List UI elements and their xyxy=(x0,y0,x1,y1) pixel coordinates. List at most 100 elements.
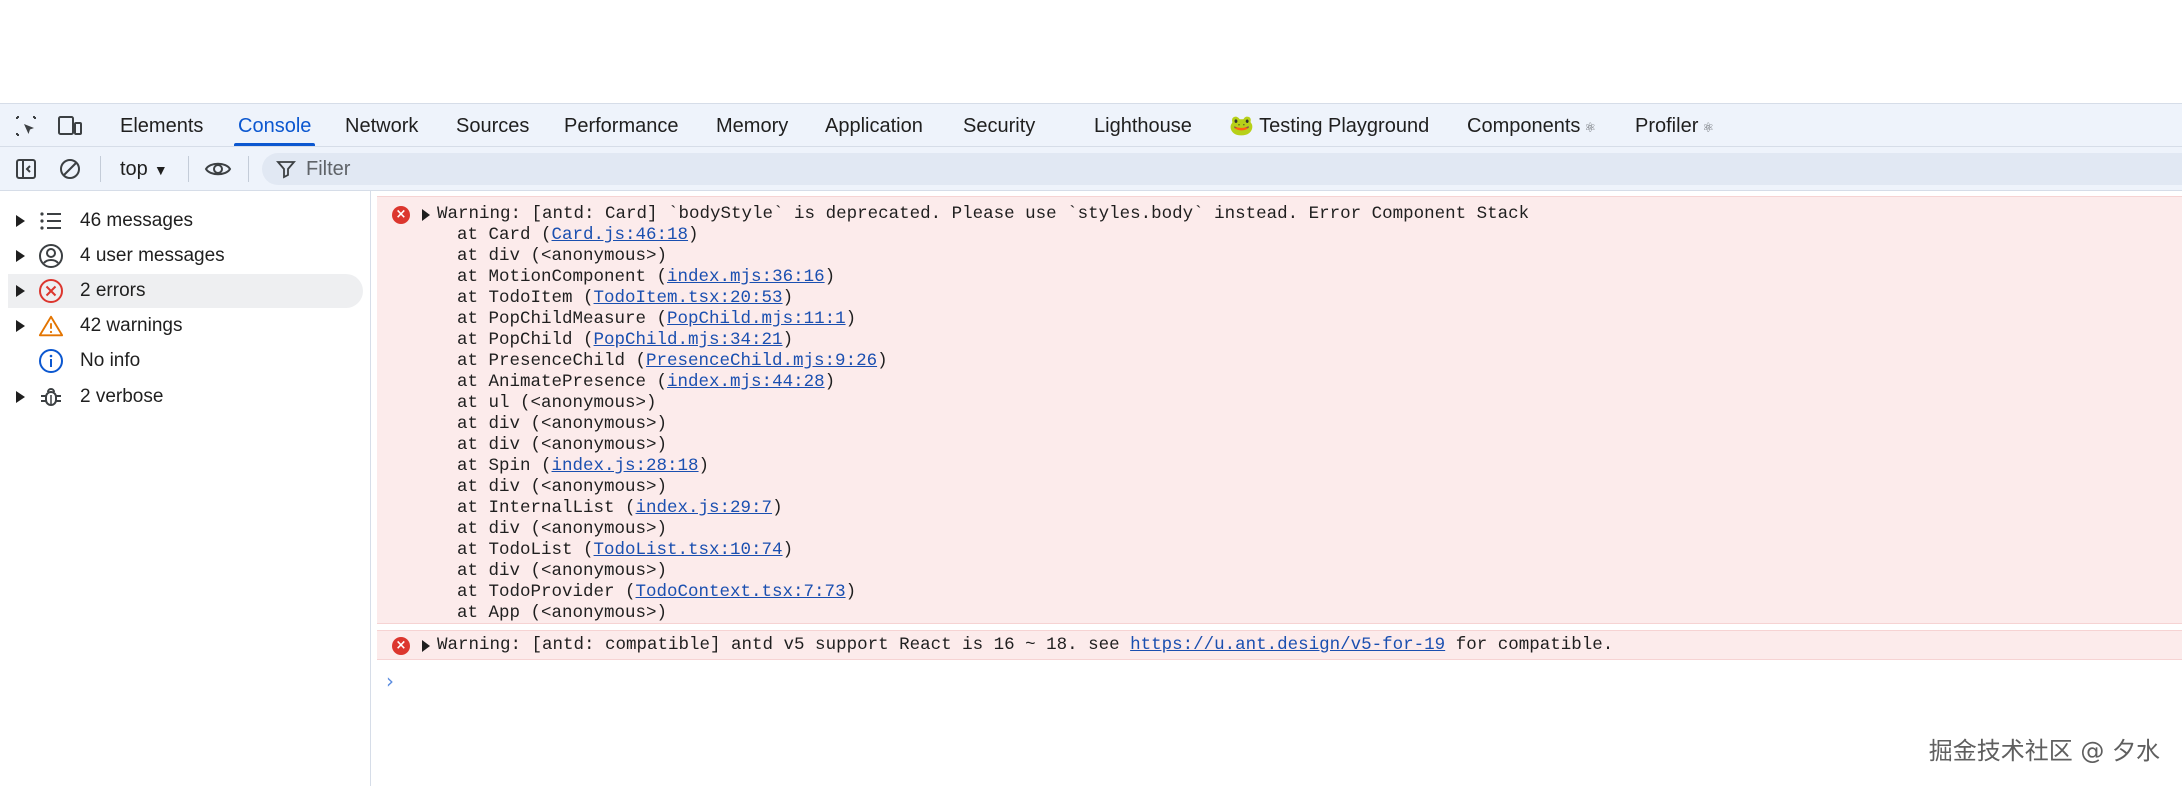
caret-down-icon: ▼ xyxy=(153,162,168,178)
source-link[interactable]: TodoItem.tsx:20:53 xyxy=(594,288,783,308)
toolbar-divider xyxy=(188,156,189,182)
tab-testing-playground[interactable]: 🐸 Testing Playground xyxy=(1229,104,1429,146)
tab-components[interactable]: Components ⚛ xyxy=(1467,104,1596,146)
tab-application[interactable]: Application xyxy=(825,104,923,146)
clear-console-icon[interactable] xyxy=(56,156,84,182)
tab-profiler[interactable]: Profiler ⚛ xyxy=(1635,104,1714,146)
stack-frame-text: at Card ( xyxy=(457,225,552,245)
tab-label: Lighthouse xyxy=(1094,115,1192,137)
stack-frame-text: ) xyxy=(845,582,857,602)
sidebar-item-user-messages[interactable]: 4 user messages xyxy=(8,239,363,273)
console-output: × Warning: [antd: Card] `bodyStyle` is d… xyxy=(372,191,2182,786)
stack-frame-text: at TodoItem ( xyxy=(457,288,594,308)
source-link[interactable]: index.mjs:36:16 xyxy=(667,267,825,287)
sidebar-item-label: 2 verbose xyxy=(80,386,164,407)
warning-triangle-icon xyxy=(38,313,64,339)
stack-frame: at div (<anonymous>) xyxy=(457,414,667,435)
stack-frame: at App (<anonymous>) xyxy=(457,603,667,624)
expand-arrow-icon xyxy=(16,250,25,262)
error-message-text: Warning: [antd: Card] `bodyStyle` is dep… xyxy=(437,204,1530,224)
stack-frame: at div (<anonymous>) xyxy=(457,477,667,498)
devtools-tabbar: Elements Console Network Sources Perform… xyxy=(0,103,2182,147)
stack-frame-text: ) xyxy=(688,225,699,245)
sidebar-toggle-icon[interactable] xyxy=(12,156,40,182)
react-atom-icon: ⚛ xyxy=(1584,120,1597,135)
toolbar-divider xyxy=(100,156,101,182)
tab-elements[interactable]: Elements xyxy=(120,104,203,146)
tab-label: Security xyxy=(963,115,1036,137)
stack-frame: at PopChild (PopChild.mjs:34:21) xyxy=(457,330,793,351)
stack-frame-text: at InternalList ( xyxy=(457,498,636,518)
source-link[interactable]: index.mjs:44:28 xyxy=(667,372,825,392)
source-link[interactable]: index.js:28:18 xyxy=(552,456,699,476)
tab-security[interactable]: Security xyxy=(963,104,1035,146)
source-link[interactable]: index.js:29:7 xyxy=(636,498,773,518)
tab-label: Console xyxy=(238,115,312,137)
info-icon xyxy=(38,348,64,374)
source-link[interactable]: TodoContext.tsx:7:73 xyxy=(636,582,846,602)
expand-arrow-icon[interactable] xyxy=(422,640,430,652)
tab-console[interactable]: Console xyxy=(233,104,316,146)
sidebar-item-warnings[interactable]: 42 warnings xyxy=(8,309,363,343)
stack-frame: at TodoList (TodoList.tsx:10:74) xyxy=(457,540,793,561)
stack-frame-text: at div (<anonymous>) xyxy=(457,561,668,581)
stack-frame-text: at MotionComponent ( xyxy=(457,267,668,287)
watermark: 掘金技术社区 @ 夕水 xyxy=(1928,737,2160,765)
filter-input[interactable]: Filter xyxy=(262,153,2182,185)
tab-label: Performance xyxy=(564,115,679,137)
toolbar-divider xyxy=(248,156,249,182)
stack-frame: at MotionComponent (index.mjs:36:16) xyxy=(457,267,835,288)
stack-frame-text: at ul (<anonymous>) xyxy=(457,393,657,413)
stack-frame: at div (<anonymous>) xyxy=(457,561,667,582)
sidebar-item-info[interactable]: No info xyxy=(8,344,363,378)
inspect-element-icon[interactable] xyxy=(12,113,40,139)
stack-frame: at ul (<anonymous>) xyxy=(457,393,657,414)
sidebar-item-label: No info xyxy=(80,350,141,371)
message-text: Warning: [antd: compatible] antd v5 supp… xyxy=(437,635,1131,655)
stack-frame-text: ) xyxy=(772,498,783,518)
tab-sources[interactable]: Sources xyxy=(456,104,529,146)
source-link[interactable]: PresenceChild.mjs:9:26 xyxy=(646,351,877,371)
sidebar-item-messages[interactable]: 46 messages xyxy=(8,204,363,238)
source-link[interactable]: PopChild.mjs:34:21 xyxy=(594,330,783,350)
context-label: top xyxy=(120,158,148,180)
tab-label: Application xyxy=(825,115,923,137)
source-link[interactable]: TodoList.tsx:10:74 xyxy=(594,540,783,560)
stack-frame: at InternalList (index.js:29:7) xyxy=(457,498,783,519)
stack-frame-text: at div (<anonymous>) xyxy=(457,519,668,539)
error-x-icon: × xyxy=(392,206,410,224)
stack-frame-text: at div (<anonymous>) xyxy=(457,435,668,455)
eye-icon[interactable] xyxy=(204,156,232,182)
sidebar-item-verbose[interactable]: 2 verbose xyxy=(8,380,363,414)
list-icon xyxy=(38,208,64,234)
tab-label: Profiler xyxy=(1635,115,1699,137)
sidebar-item-errors[interactable]: 2 errors xyxy=(8,274,363,308)
error-message-text: Warning: [antd: compatible] antd v5 supp… xyxy=(437,635,1613,656)
user-circle-icon xyxy=(38,243,64,269)
tab-lighthouse[interactable]: Lighthouse xyxy=(1094,104,1192,146)
tab-network[interactable]: Network xyxy=(345,104,418,146)
expand-arrow-icon xyxy=(16,320,25,332)
stack-frame: at TodoItem (TodoItem.tsx:20:53) xyxy=(457,288,793,309)
docs-link[interactable]: https://u.ant.design/v5-for-19 xyxy=(1130,635,1445,655)
console-prompt-icon[interactable]: › xyxy=(386,669,394,693)
stack-frame-text: ) xyxy=(824,267,836,287)
console-sidebar: 46 messages 4 user messages 2 errors 42 … xyxy=(0,191,371,786)
stack-frame-text: at TodoList ( xyxy=(457,540,594,560)
source-link[interactable]: PopChild.mjs:11:1 xyxy=(667,309,846,329)
tab-memory[interactable]: Memory xyxy=(716,104,788,146)
stack-frame-text: at AnimatePresence ( xyxy=(457,372,668,392)
source-link[interactable]: Card.js:46:18 xyxy=(552,225,689,245)
context-selector[interactable]: top ▼ xyxy=(120,147,168,189)
console-error-message[interactable]: × Warning: [antd: compatible] antd v5 su… xyxy=(377,630,2182,660)
expand-arrow-icon xyxy=(16,391,25,403)
expand-arrow-icon[interactable] xyxy=(422,209,430,221)
stack-frame: at TodoProvider (TodoContext.tsx:7:73) xyxy=(457,582,856,603)
tab-performance[interactable]: Performance xyxy=(564,104,679,146)
console-error-message[interactable]: × Warning: [antd: Card] `bodyStyle` is d… xyxy=(377,196,2182,624)
stack-frame-text: at TodoProvider ( xyxy=(457,582,636,602)
stack-frame-text: at div (<anonymous>) xyxy=(457,414,668,434)
stack-frame-text: at PopChild ( xyxy=(457,330,594,350)
bug-icon xyxy=(38,384,64,410)
device-toolbar-icon[interactable] xyxy=(56,113,84,139)
